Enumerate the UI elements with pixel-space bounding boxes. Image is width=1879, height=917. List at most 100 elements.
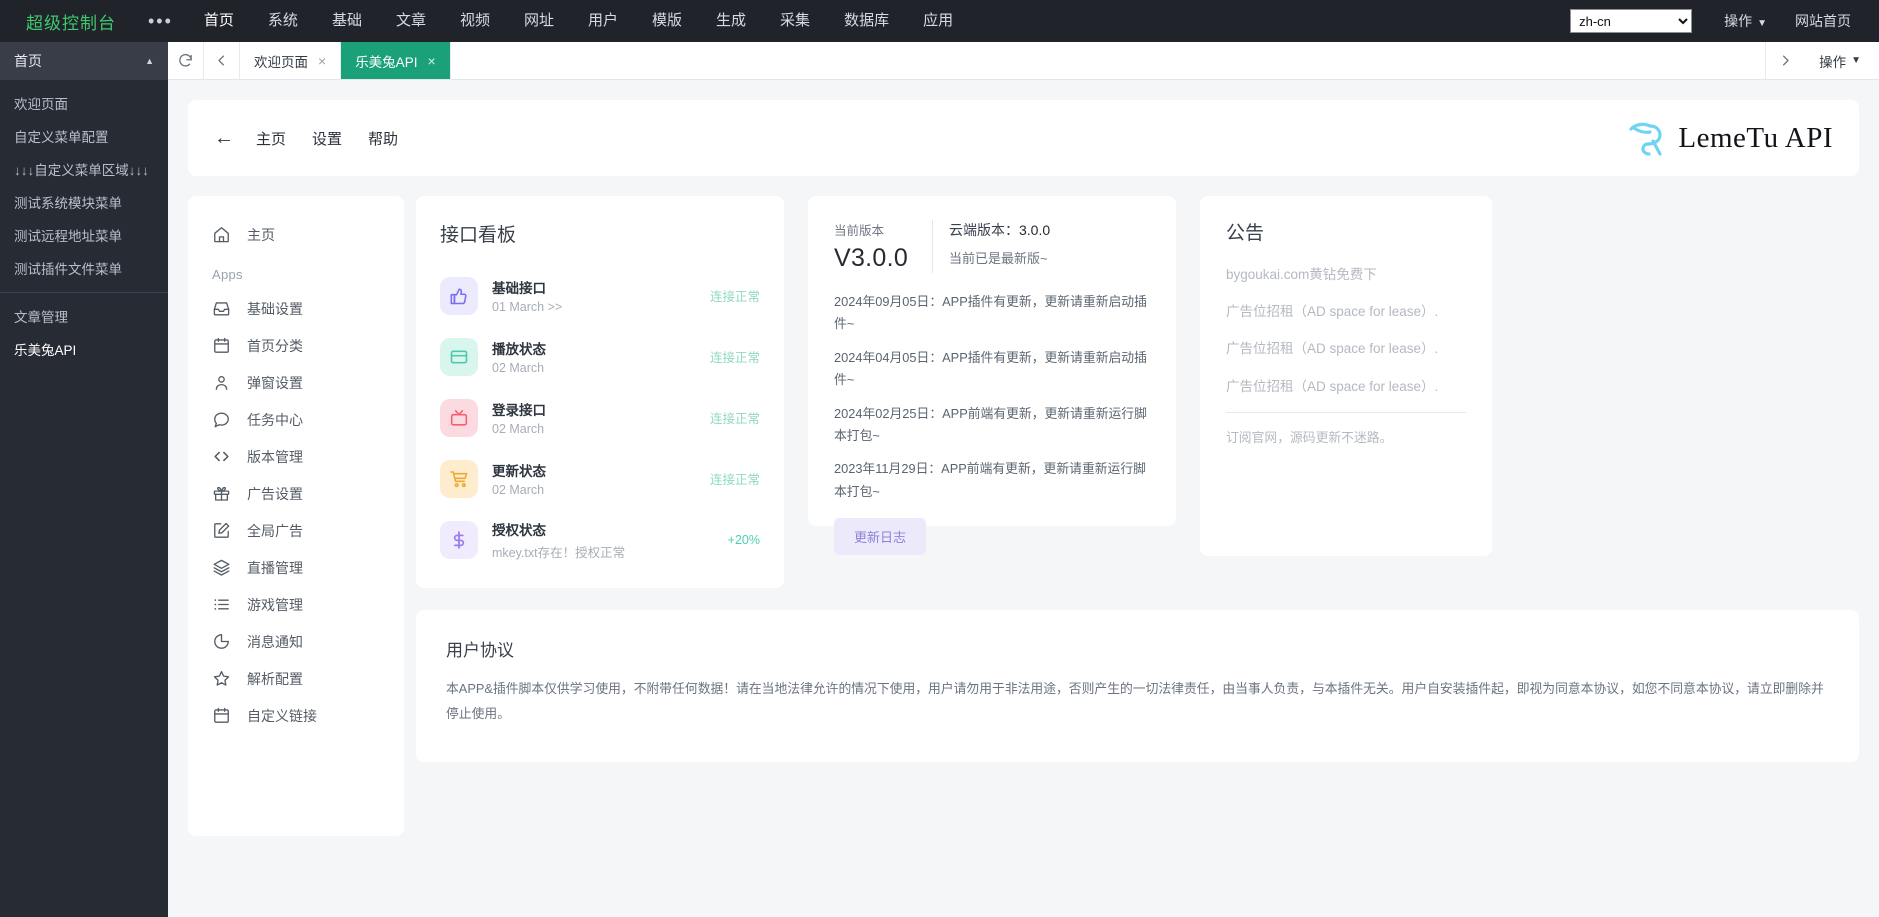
agreement-title: 用户协议 — [446, 636, 1829, 661]
nav-item-label: 广告设置 — [247, 484, 303, 504]
nav-item-label: 解析配置 — [247, 669, 303, 689]
dashboard-row-name: 基础接口 — [492, 277, 562, 297]
nav-item-6[interactable]: 全局广告 — [188, 512, 404, 549]
sidebar-item-1[interactable]: 自定义菜单配置 — [0, 119, 168, 152]
chevron-down-icon: ▼ — [1851, 55, 1861, 66]
dashboard-row-name: 播放状态 — [492, 338, 546, 358]
dashboard-row[interactable]: 播放状态02 March连接正常 — [440, 326, 760, 387]
nav-item-8[interactable]: 游戏管理 — [188, 586, 404, 623]
top-nav-item-5[interactable]: 网址 — [507, 0, 571, 42]
language-select[interactable]: zh-cn — [1570, 9, 1692, 33]
dashboard-row-status: +20% — [728, 533, 760, 547]
user-icon — [212, 373, 231, 392]
nav-item-2[interactable]: 弹窗设置 — [188, 364, 404, 401]
tab-prev-button[interactable] — [204, 42, 240, 79]
sidebar-item-5[interactable]: 测试插件文件菜单 — [0, 251, 168, 284]
nav-item-3[interactable]: 任务中心 — [188, 401, 404, 438]
site-home-link[interactable]: 网站首页 — [1781, 11, 1865, 31]
header-link-help[interactable]: 帮助 — [368, 128, 398, 149]
nav-item-10[interactable]: 解析配置 — [188, 660, 404, 697]
refresh-button[interactable] — [168, 42, 204, 79]
announcement-item: bygoukai.com黄钻免费下 — [1226, 263, 1466, 286]
rabbit-logo-icon — [1626, 119, 1668, 157]
edit-square-icon — [212, 521, 231, 540]
tab-ops-button[interactable]: 操作▼ — [1805, 42, 1879, 79]
version-log-item: 2023年11月29日：APP前端有更新，更新请重新运行脚本打包~ — [834, 458, 1150, 503]
update-log-button[interactable]: 更新日志 — [834, 518, 926, 555]
dashboard-row-subtitle: 02 March — [492, 361, 546, 375]
nav-item-0[interactable]: 基础设置 — [188, 290, 404, 327]
dashboard-row-name: 登录接口 — [492, 399, 546, 419]
nav-item-11[interactable]: 自定义链接 — [188, 697, 404, 734]
top-nav-item-0[interactable]: 首页 — [187, 0, 251, 42]
announcement-items: bygoukai.com黄钻免费下广告位招租（AD space for leas… — [1226, 263, 1466, 398]
top-nav-item-2[interactable]: 基础 — [315, 0, 379, 42]
header-link-settings[interactable]: 设置 — [312, 128, 342, 149]
nav-item-home[interactable]: 主页 — [188, 216, 404, 253]
dashboard-row-subtitle: 01 March >> — [492, 300, 562, 314]
sidebar-list: 欢迎页面自定义菜单配置↓↓↓自定义菜单区域↓↓↓测试系统模块菜单测试远程地址菜单… — [0, 80, 168, 365]
tab-next-button[interactable] — [1765, 42, 1805, 79]
back-arrow-icon[interactable]: ← — [214, 127, 234, 150]
top-action-button[interactable]: 操作▼ — [1710, 11, 1781, 31]
sidebar-item-4[interactable]: 测试远程地址菜单 — [0, 218, 168, 251]
top-nav-item-7[interactable]: 模版 — [635, 0, 699, 42]
home-icon — [212, 225, 231, 244]
top-nav-item-6[interactable]: 用户 — [571, 0, 635, 42]
more-menu-icon[interactable]: ••• — [134, 16, 187, 26]
top-nav-item-4[interactable]: 视频 — [443, 0, 507, 42]
nav-item-1[interactable]: 首页分类 — [188, 327, 404, 364]
header-link-home[interactable]: 主页 — [256, 128, 286, 149]
sidebar-item-3[interactable]: 测试系统模块菜单 — [0, 185, 168, 218]
dashboard-row[interactable]: 授权状态mkey.txt存在！授权正常+20% — [440, 509, 760, 570]
app-brand: 超级控制台 — [0, 9, 134, 34]
cloud-version-value: 3.0.0 — [1019, 222, 1050, 238]
side-nav-card: 主页Apps 基础设置首页分类弹窗设置任务中心版本管理广告设置全局广告直播管理游戏… — [188, 196, 404, 836]
current-version-label: 当前版本 — [834, 220, 926, 239]
version-log-item: 2024年09月05日：APP插件有更新，更新请重新启动插件~ — [834, 291, 1150, 336]
top-nav-item-10[interactable]: 数据库 — [827, 0, 906, 42]
sidebar-header[interactable]: 首页 ▲ — [0, 42, 168, 80]
nav-item-label: 基础设置 — [247, 299, 303, 319]
top-nav-item-3[interactable]: 文章 — [379, 0, 443, 42]
dashboard-row[interactable]: 登录接口02 March连接正常 — [440, 387, 760, 448]
sidebar-item2-0[interactable]: 文章管理 — [0, 299, 168, 332]
nav-item-4[interactable]: 版本管理 — [188, 438, 404, 475]
latest-note: 当前已是最新版~ — [949, 248, 1050, 267]
dashboard-row[interactable]: 基础接口01 March >>连接正常 — [440, 265, 760, 326]
sidebar-item-2[interactable]: ↓↓↓自定义菜单区域↓↓↓ — [0, 152, 168, 185]
code-icon — [212, 447, 231, 466]
sidebar-item2-1[interactable]: 乐美兔API — [0, 332, 168, 365]
close-icon[interactable]: × — [318, 53, 326, 69]
calendar-icon — [212, 336, 231, 355]
nav-item-label: 直播管理 — [247, 558, 303, 578]
top-nav-item-8[interactable]: 生成 — [699, 0, 763, 42]
sidebar-item-0[interactable]: 欢迎页面 — [0, 86, 168, 119]
tab-0[interactable]: 欢迎页面 × — [240, 42, 341, 79]
version-log-item: 2024年04月05日：APP插件有更新，更新请重新启动插件~ — [834, 347, 1150, 392]
close-icon[interactable]: × — [427, 53, 435, 69]
tab-1[interactable]: 乐美兔API× — [341, 42, 450, 79]
current-version-value: V3.0.0 — [834, 244, 926, 273]
sidebar: 首页 ▲ 欢迎页面自定义菜单配置↓↓↓自定义菜单区域↓↓↓测试系统模块菜单测试远… — [0, 42, 168, 917]
sidebar-divider — [0, 292, 168, 293]
divider — [932, 220, 933, 273]
logo: LemeTu API — [1626, 119, 1833, 157]
tab-label: 欢迎页面 — [254, 51, 308, 71]
tabs-container: 欢迎页面×乐美兔API× — [240, 42, 451, 79]
top-nav-item-9[interactable]: 采集 — [763, 0, 827, 42]
announcement-item: 广告位招租（AD space for lease）. — [1226, 375, 1466, 398]
cloud-version-label: 云端版本： — [949, 222, 1019, 238]
top-nav-item-1[interactable]: 系统 — [251, 0, 315, 42]
user-agreement-card: 用户协议 本APP&插件脚本仅供学习使用，不附带任何数据！请在当地法律允许的情况… — [416, 610, 1859, 762]
nav-item-9[interactable]: 消息通知 — [188, 623, 404, 660]
top-nav-item-11[interactable]: 应用 — [906, 0, 970, 42]
dashboard-row-subtitle: 02 March — [492, 483, 546, 497]
dashboard-row[interactable]: 更新状态02 March连接正常 — [440, 448, 760, 509]
announcement-title: 公告 — [1226, 218, 1466, 245]
nav-section-label: Apps — [188, 253, 404, 290]
nav-item-5[interactable]: 广告设置 — [188, 475, 404, 512]
nav-item-7[interactable]: 直播管理 — [188, 549, 404, 586]
logo-text: LemeTu API — [1678, 122, 1833, 155]
announcement-item: 广告位招租（AD space for lease）. — [1226, 300, 1466, 323]
